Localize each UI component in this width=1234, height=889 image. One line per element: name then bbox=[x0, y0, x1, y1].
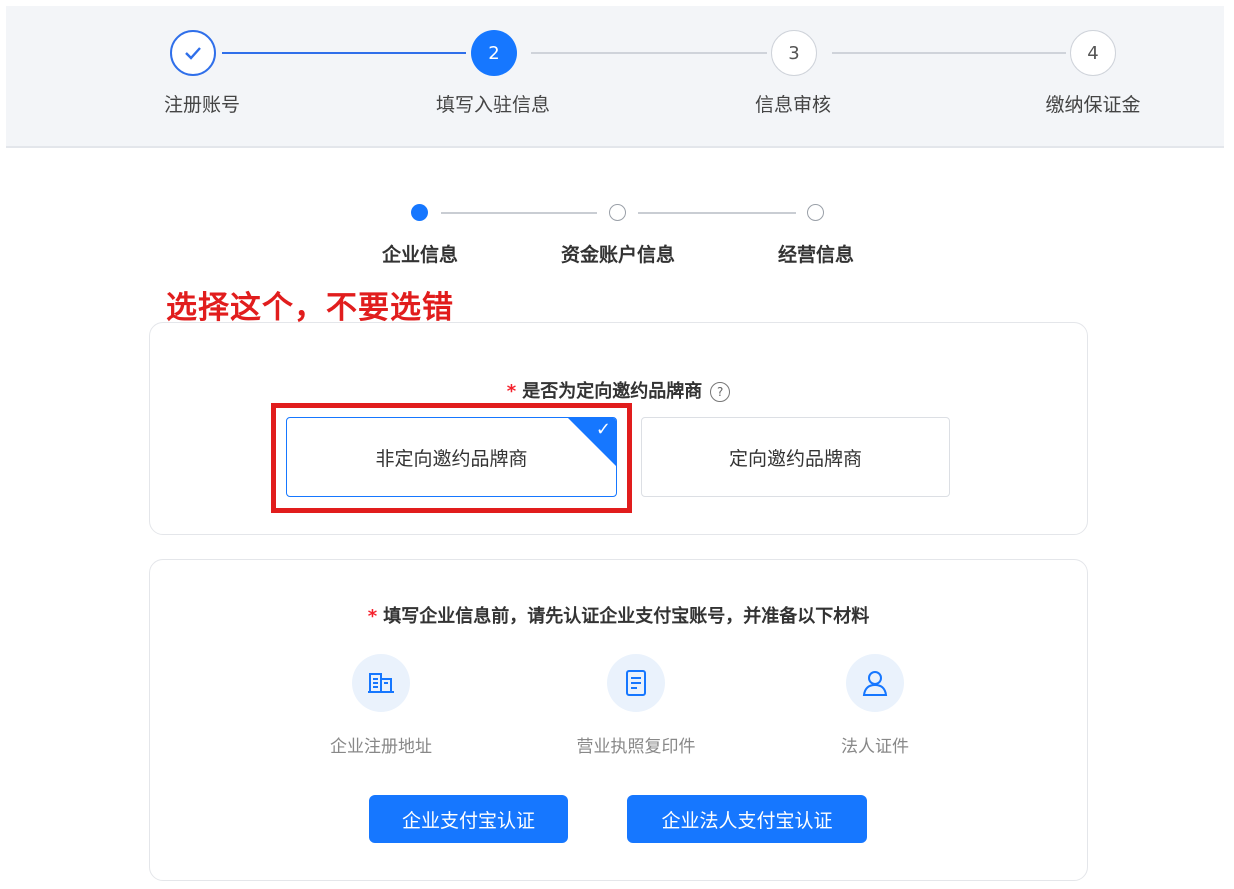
materials-title: * 填写企业信息前，请先认证企业支付宝账号，并准备以下材料 bbox=[150, 602, 1087, 628]
material-label: 营业执照复印件 bbox=[576, 737, 696, 757]
required-mark: * bbox=[367, 606, 378, 627]
materials-title-text: 填写企业信息前，请先认证企业支付宝账号，并准备以下材料 bbox=[383, 606, 870, 627]
required-mark: * bbox=[506, 381, 517, 402]
brand-question-label: 是否为定向邀约品牌商 bbox=[522, 381, 703, 402]
building-icon bbox=[352, 654, 410, 712]
enterprise-alipay-auth-button[interactable]: 企业支付宝认证 bbox=[369, 795, 568, 843]
legal-person-alipay-auth-button[interactable]: 企业法人支付宝认证 bbox=[627, 795, 867, 843]
option-invited-brand[interactable]: 定向邀约品牌商 bbox=[641, 417, 950, 497]
material-label: 企业注册地址 bbox=[330, 737, 432, 757]
option-label: 定向邀约品牌商 bbox=[728, 447, 862, 470]
annotation-highlight-box bbox=[271, 403, 632, 513]
material-item-legal-id: 法人证件 bbox=[795, 654, 955, 757]
question-circle-icon[interactable]: ? bbox=[710, 382, 731, 402]
material-item-license: 营业执照复印件 bbox=[556, 654, 716, 757]
material-label: 法人证件 bbox=[841, 737, 909, 757]
document-icon bbox=[607, 654, 665, 712]
material-item-address: 企业注册地址 bbox=[301, 654, 461, 757]
brand-question-title: * 是否为定向邀约品牌商? bbox=[150, 377, 1087, 403]
materials-card: * 填写企业信息前，请先认证企业支付宝账号，并准备以下材料 企业注册地址 营业执照… bbox=[149, 559, 1088, 881]
user-icon bbox=[846, 654, 904, 712]
